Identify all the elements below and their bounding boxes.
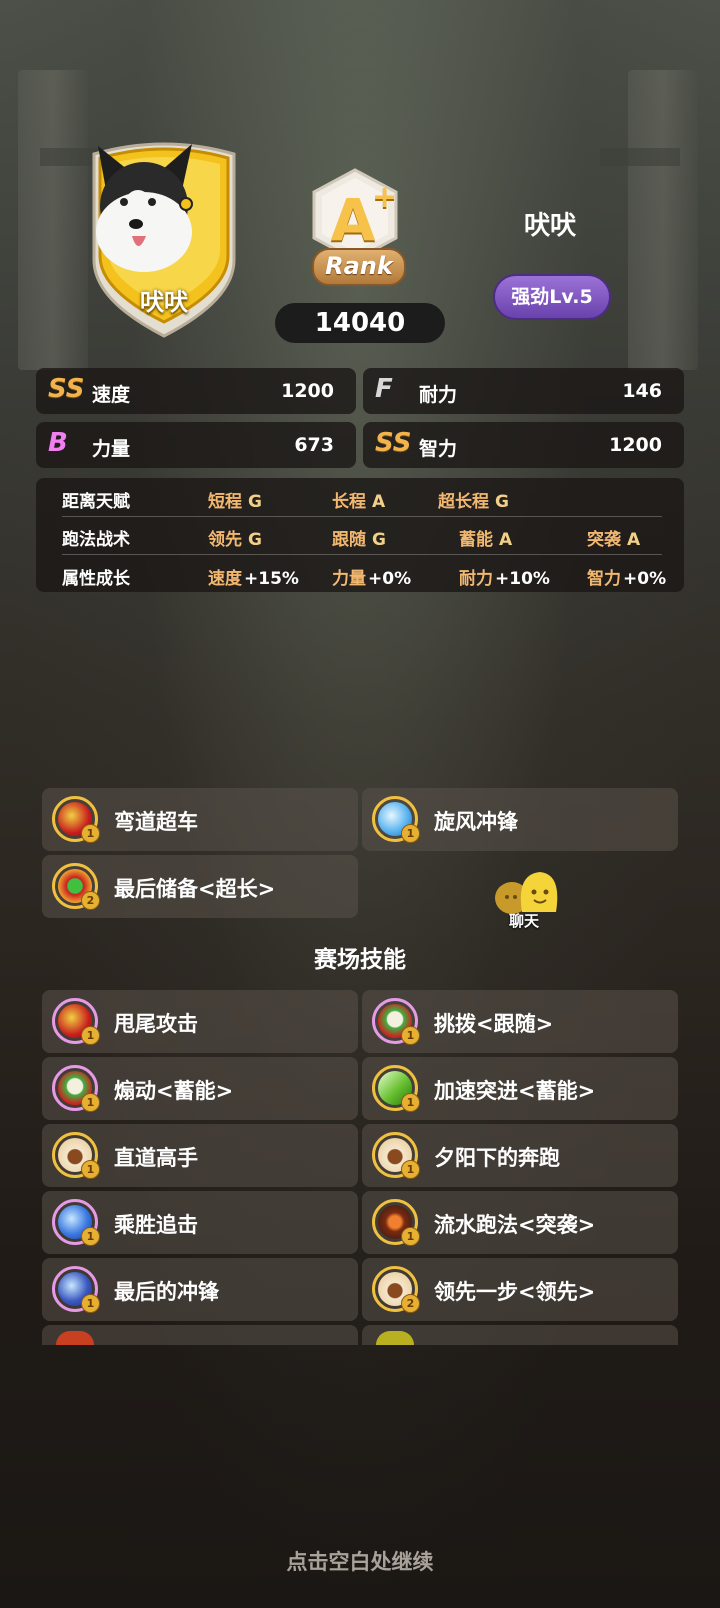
- talent-item: 领先 G: [208, 530, 262, 550]
- plus-green-icon: 2: [52, 863, 100, 910]
- stat-value: 1200: [609, 434, 662, 456]
- field-skill-card[interactable]: 1 夕阳下的奔跑: [362, 1124, 678, 1187]
- talent-item: 蓄能 A: [459, 530, 513, 550]
- skill-name: 加速突进<蓄能>: [434, 1079, 596, 1103]
- horse-name: 吠吠: [523, 211, 576, 241]
- talent-header: 距离天赋: [62, 492, 130, 512]
- clown-icon: 1: [52, 1065, 100, 1112]
- clown-icon: 1: [372, 998, 420, 1045]
- talent-header: 属性成长: [62, 569, 130, 589]
- character-badge[interactable]: 吠吠: [88, 140, 240, 338]
- skill-name: 最后储备<超长>: [114, 877, 276, 901]
- talents-panel: 距离天赋 短程 G 长程 A 超长程 G 跑法战术 领先 G 跟随 G 蓄能 A 突袭 A 属…: [36, 478, 684, 592]
- talent-item: 短程 G: [208, 492, 262, 512]
- stat-label: 耐力: [419, 384, 458, 406]
- unique-skill-card[interactable]: 1 旋风冲锋: [362, 788, 678, 851]
- background-pillar-left: [18, 70, 88, 370]
- stat-label: 力量: [92, 438, 131, 460]
- score-pill: 14040: [275, 303, 445, 343]
- rank-label: Rank: [312, 248, 406, 286]
- skill-name: 直道高手: [114, 1146, 198, 1170]
- stat-intelligence: SS 智力 1200: [363, 422, 684, 468]
- field-skill-card[interactable]: 1 甩尾攻击: [42, 990, 358, 1053]
- level-button[interactable]: 强劲Lv.5: [493, 274, 611, 320]
- swoosh-red-icon: 1: [52, 796, 100, 843]
- lightning-blue-icon: 1: [52, 1266, 100, 1313]
- skill-name: 最后的冲锋: [114, 1280, 219, 1304]
- flame-dark-icon: 1: [372, 1199, 420, 1246]
- skill-name: 领先一步<领先>: [434, 1280, 596, 1304]
- stat-speed: SS 速度 1200: [36, 368, 356, 414]
- field-skill-card[interactable]: 1 乘胜追击: [42, 1191, 358, 1254]
- stat-value: 673: [294, 434, 334, 456]
- arrow-green-icon: 1: [372, 1065, 420, 1112]
- stat-grade: F: [375, 374, 393, 404]
- field-skill-card[interactable]: 1 流水跑法<突袭>: [362, 1191, 678, 1254]
- talent-row-strategy: 跑法战术 领先 G 跟随 G 蓄能 A 突袭 A: [36, 516, 684, 554]
- field-skill-card[interactable]: 1 直道高手: [42, 1124, 358, 1187]
- skill-name: 流水跑法<突袭>: [434, 1213, 596, 1237]
- dino-icon: 1: [372, 1132, 420, 1179]
- background-pillar-right: [628, 70, 698, 370]
- skill-icon-partial: [376, 1331, 414, 1345]
- swoosh-red-icon: 1: [52, 998, 100, 1045]
- stat-value: 146: [622, 380, 662, 402]
- husky-portrait-icon: [96, 144, 193, 272]
- skill-name: 煽动<蓄能>: [114, 1079, 234, 1103]
- field-skill-card[interactable]: 1 煽动<蓄能>: [42, 1057, 358, 1120]
- talent-item: 智力 +0%: [587, 569, 667, 589]
- talent-header: 跑法战术: [62, 530, 130, 550]
- dino-icon: 2: [372, 1266, 420, 1313]
- stat-grade: B: [48, 428, 68, 458]
- skill-name: 夕阳下的奔跑: [434, 1146, 560, 1170]
- stat-grade: SS: [375, 428, 412, 458]
- stat-grade: SS: [48, 374, 85, 404]
- talent-item: 速度 +15%: [208, 569, 299, 589]
- stat-label: 智力: [419, 438, 458, 460]
- dino-icon: 1: [52, 1132, 100, 1179]
- skill-icon-partial: [56, 1331, 94, 1345]
- unique-skill-card[interactable]: 2 最后储备<超长>: [42, 855, 358, 918]
- field-skill-card-partial[interactable]: [42, 1325, 358, 1345]
- talent-item: 耐力 +10%: [459, 569, 550, 589]
- section-title: 赛场技能: [314, 947, 406, 973]
- stat-stamina: F 耐力 146: [363, 368, 684, 414]
- chat-button[interactable]: 聊天: [492, 868, 572, 932]
- badge-name: 吠吠: [140, 288, 188, 316]
- field-skill-card-partial[interactable]: [362, 1325, 678, 1345]
- field-skill-card[interactable]: 1 挑拨<跟随>: [362, 990, 678, 1053]
- talent-item: 力量 +0%: [332, 569, 412, 589]
- field-skill-card[interactable]: 1 最后的冲锋: [42, 1258, 358, 1321]
- talent-item: 跟随 G: [332, 530, 386, 550]
- tap-to-continue[interactable]: 点击空白处继续: [0, 1546, 720, 1576]
- rank-badge: A + Rank: [310, 168, 410, 286]
- skill-name: 旋风冲锋: [434, 810, 518, 834]
- talent-row-distance: 距离天赋 短程 G 长程 A 超长程 G: [36, 478, 684, 516]
- background-beam-right: [600, 148, 680, 166]
- rank-plus: +: [372, 180, 398, 215]
- talent-row-growth: 属性成长 速度 +15% 力量 +0% 耐力 +10% 智力 +0%: [36, 555, 684, 593]
- field-skill-card[interactable]: 1 加速突进<蓄能>: [362, 1057, 678, 1120]
- stat-value: 1200: [281, 380, 334, 402]
- wind-blue-icon: 1: [372, 796, 420, 843]
- stat-power: B 力量 673: [36, 422, 356, 468]
- talent-item: 超长程 G: [438, 492, 509, 512]
- field-skill-card[interactable]: 2 领先一步<领先>: [362, 1258, 678, 1321]
- skill-name: 弯道超车: [114, 810, 198, 834]
- unique-skill-card[interactable]: 1 弯道超车: [42, 788, 358, 851]
- skill-name: 挑拨<跟随>: [434, 1012, 554, 1036]
- talent-item: 突袭 A: [587, 530, 641, 550]
- talent-item: 长程 A: [332, 492, 386, 512]
- stat-label: 速度: [92, 384, 131, 406]
- skill-name: 甩尾攻击: [114, 1012, 198, 1036]
- skill-name: 乘胜追击: [114, 1213, 198, 1237]
- chat-label: 聊天: [508, 912, 539, 930]
- lightning-blue-icon: 1: [52, 1199, 100, 1246]
